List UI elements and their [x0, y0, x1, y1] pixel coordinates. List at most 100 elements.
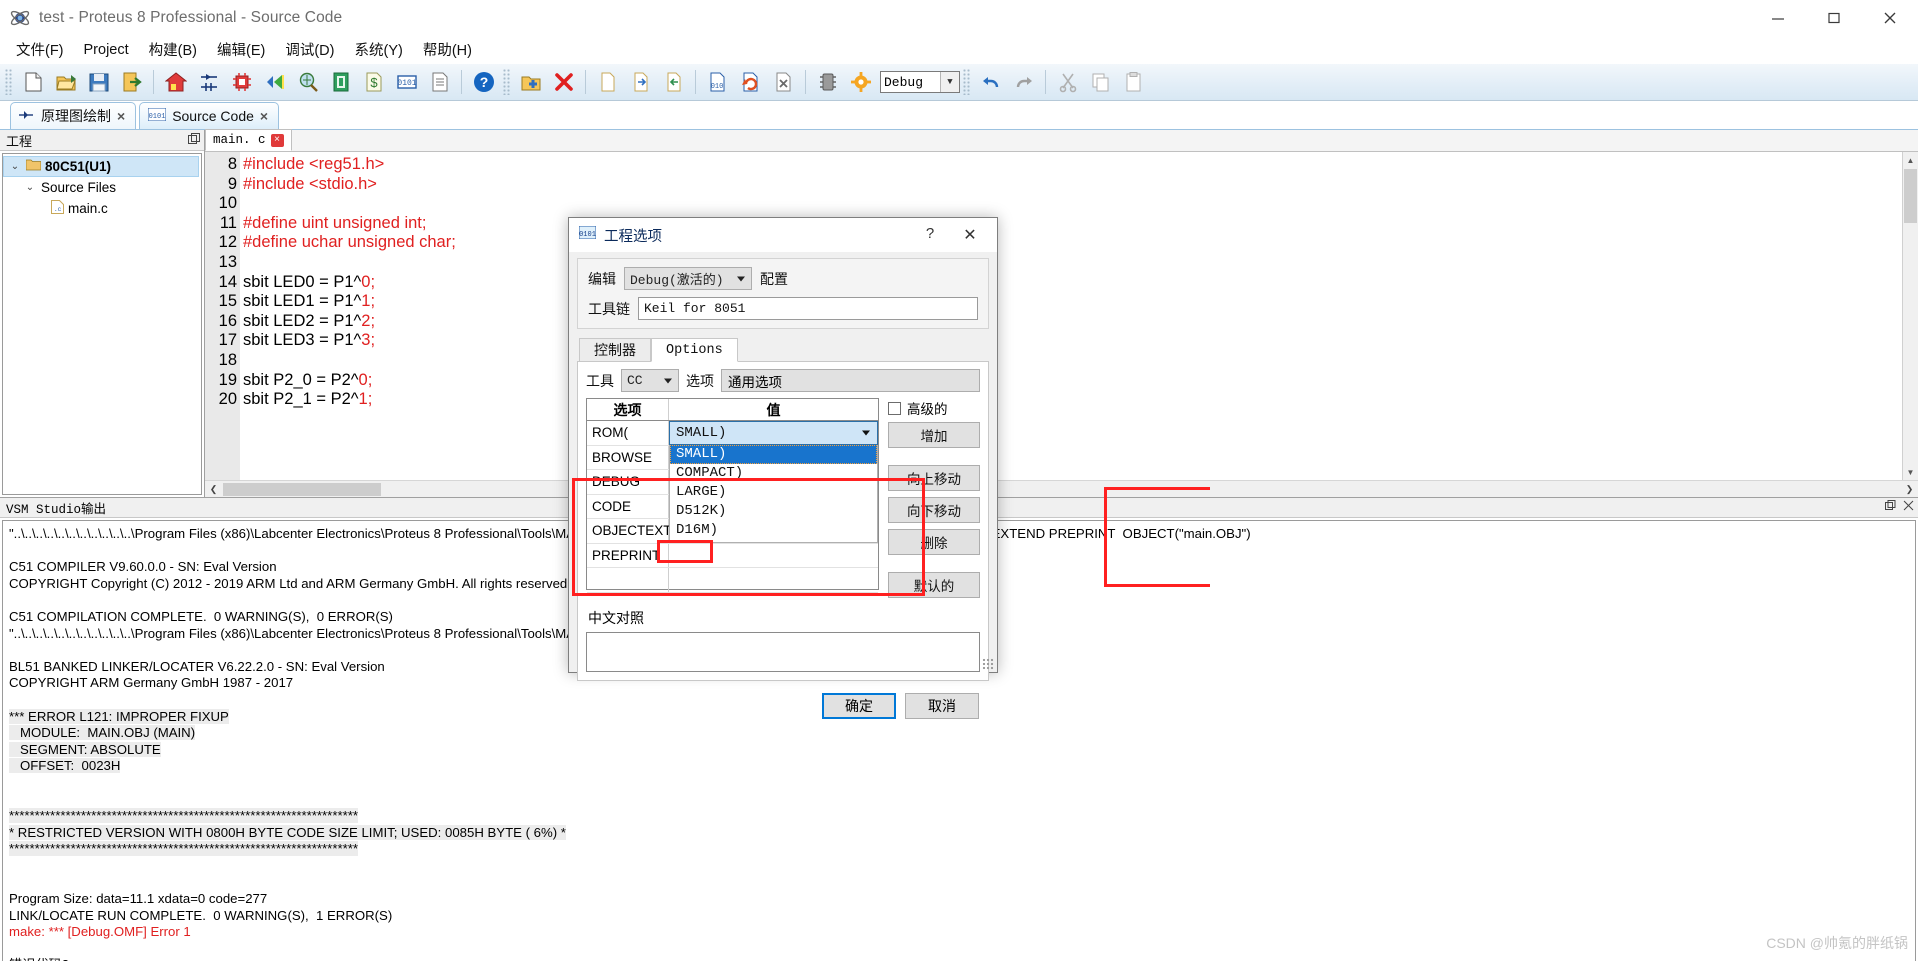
menu-help[interactable]: 帮助(H) [413, 36, 482, 63]
menu-edit[interactable]: 编辑(E) [207, 36, 275, 63]
translation-field[interactable] [586, 632, 980, 672]
config-combo[interactable]: Debug(激活的) [624, 267, 752, 290]
code-line[interactable] [243, 253, 456, 273]
move-down-button[interactable]: 向下移动 [888, 497, 980, 523]
editor-tab-main-c[interactable]: main. c × [205, 129, 292, 151]
grid-row[interactable]: PREPRINT [587, 543, 878, 568]
close-icon[interactable]: × [117, 108, 125, 124]
scroll-right-icon[interactable]: ❯ [1901, 481, 1918, 498]
chevron-down-icon[interactable] [737, 276, 745, 281]
ok-button[interactable]: 确定 [822, 693, 896, 719]
dropdown-item[interactable]: D16M) [670, 521, 877, 540]
tree-node-80c51[interactable]: ⌄ 80C51(U1) [3, 156, 199, 177]
close-icon[interactable]: × [270, 133, 284, 147]
float-panel-icon[interactable] [1885, 500, 1896, 515]
code-line[interactable] [243, 351, 456, 371]
chevron-down-icon[interactable] [664, 378, 672, 383]
dropdown-item[interactable]: D512K) [670, 502, 877, 521]
default-button[interactable]: 默认的 [888, 572, 980, 598]
import-sheet-icon[interactable] [625, 67, 656, 98]
scroll-up-icon[interactable]: ▲ [1903, 152, 1918, 168]
home-icon[interactable] [160, 67, 191, 98]
code-line[interactable] [243, 194, 456, 214]
remove-project-icon[interactable] [548, 67, 579, 98]
cost-icon[interactable]: $ [358, 67, 389, 98]
code-line[interactable]: #include <stdio.h> [243, 175, 456, 195]
chevron-down-icon[interactable]: ▼ [940, 72, 959, 92]
code-lines[interactable]: #include <reg51.h> #include <stdio.h> #de… [240, 152, 456, 480]
panel-dock-icon[interactable] [188, 132, 200, 148]
code-line[interactable]: sbit P2_0 = P2^0; [243, 371, 456, 391]
code-line[interactable]: sbit LED1 = P1^1; [243, 292, 456, 312]
toolbar-grip-3[interactable] [963, 69, 971, 95]
schematic-icon[interactable] [193, 67, 224, 98]
tree-node-source-files[interactable]: ⌄ Source Files [3, 177, 201, 198]
rom-value-combo[interactable]: SMALL) [669, 421, 878, 445]
minimize-icon[interactable] [1750, 0, 1806, 36]
menu-project[interactable]: Project [74, 39, 139, 61]
export-icon[interactable] [116, 67, 147, 98]
maximize-icon[interactable] [1806, 0, 1862, 36]
toolbar-grip-2[interactable] [503, 69, 511, 95]
scroll-left-icon[interactable]: ❮ [205, 481, 222, 498]
chevron-down-icon[interactable]: ⌄ [8, 161, 22, 172]
advanced-checkbox-row[interactable]: 高级的 [888, 398, 980, 418]
dialog-help-button[interactable]: ? [919, 225, 941, 242]
delete-button[interactable]: 删除 [888, 529, 980, 555]
editor-vertical-scrollbar[interactable]: ▲ ▼ [1902, 152, 1918, 480]
code-line[interactable]: sbit LED0 = P1^0; [243, 273, 456, 293]
close-icon[interactable]: × [260, 108, 268, 124]
cancel-button[interactable]: 取消 [905, 693, 979, 719]
tab-schematic[interactable]: 原理图绘制 × [10, 102, 137, 129]
tree-node-main-c[interactable]: .c main.c [3, 198, 201, 219]
help-icon[interactable]: ? [468, 67, 499, 98]
editor-horizontal-scrollbar[interactable]: ❮ ❯ [205, 480, 1918, 497]
code-line[interactable]: #define uchar unsigned char; [243, 233, 456, 253]
compile-icon[interactable]: 010 [702, 67, 733, 98]
menu-debug[interactable]: 调试(D) [275, 36, 344, 63]
option-combo[interactable]: 通用选项 [721, 369, 980, 392]
dialog-tab-options[interactable]: Options [651, 338, 738, 362]
grid-row[interactable] [587, 568, 878, 593]
settings-gear-icon[interactable] [845, 67, 876, 98]
open-folder-icon[interactable] [50, 67, 81, 98]
scroll-down-icon[interactable]: ▼ [1903, 464, 1918, 480]
code-line[interactable]: #define uint unsigned int; [243, 214, 456, 234]
redo-icon[interactable] [1008, 67, 1039, 98]
chevron-down-icon[interactable] [862, 430, 870, 436]
export-sheet-icon[interactable] [658, 67, 689, 98]
menu-system[interactable]: 系统(Y) [344, 36, 412, 63]
toolbar-grip[interactable] [5, 69, 13, 95]
bill-of-materials-icon[interactable] [325, 67, 356, 98]
menu-file[interactable]: 文件(F) [6, 36, 74, 63]
code-editor[interactable]: 8 9 10 11 12 13 14 15 16 17 18 19 20 #include <reg51… [205, 152, 1918, 480]
project-tree[interactable]: ⌄ 80C51(U1) ⌄ Source Files .c main.c [2, 153, 202, 495]
grid-cell-value[interactable] [669, 568, 878, 592]
add-button[interactable]: 增加 [888, 422, 980, 448]
cut-icon[interactable] [1052, 67, 1083, 98]
pcb-icon[interactable] [226, 67, 257, 98]
dialog-close-button[interactable]: ✕ [953, 224, 987, 246]
rom-value-dropdown-list[interactable]: SMALL) COMPACT) LARGE) D512K) D16M) [669, 445, 878, 543]
clean-icon[interactable] [768, 67, 799, 98]
tool-combo[interactable]: CC [621, 369, 679, 392]
add-project-icon[interactable] [515, 67, 546, 98]
dropdown-item[interactable]: LARGE) [670, 483, 877, 502]
scrollbar-thumb[interactable] [1904, 169, 1917, 223]
undo-icon[interactable] [975, 67, 1006, 98]
code-line[interactable]: sbit LED3 = P1^3; [243, 331, 456, 351]
toolchain-field[interactable]: Keil for 8051 [638, 297, 978, 320]
save-icon[interactable] [83, 67, 114, 98]
report-icon[interactable] [424, 67, 455, 98]
advanced-checkbox[interactable] [888, 401, 901, 415]
copy-icon[interactable] [1085, 67, 1116, 98]
dropdown-item[interactable]: COMPACT) [670, 464, 877, 483]
dropdown-item[interactable]: SMALL) [670, 445, 877, 464]
dialog-tab-controller[interactable]: 控制器 [579, 338, 651, 362]
new-sheet-icon[interactable] [592, 67, 623, 98]
paste-icon[interactable] [1118, 67, 1149, 98]
close-panel-icon[interactable] [1903, 500, 1914, 515]
build-config-combo[interactable]: Debug ▼ [880, 71, 960, 93]
code-area[interactable]: 8 9 10 11 12 13 14 15 16 17 18 19 20 #include <reg51… [205, 152, 1902, 480]
design-explorer-icon[interactable] [292, 67, 323, 98]
